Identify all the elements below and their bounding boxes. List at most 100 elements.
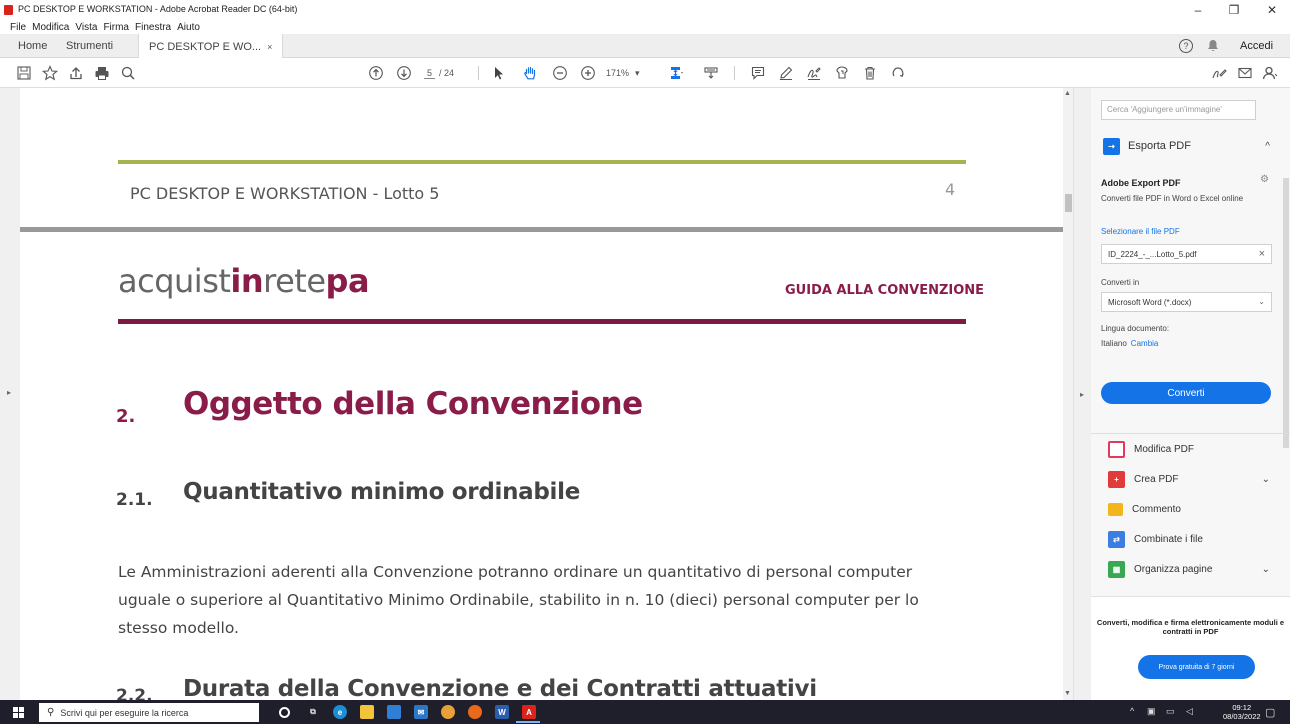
page-indicator: 5 / 24 (424, 65, 466, 81)
tray-chevron-icon[interactable]: ^ (1130, 706, 1134, 716)
store-icon[interactable] (387, 705, 401, 719)
tab-close-icon[interactable]: × (267, 42, 272, 52)
tab-document[interactable]: PC DESKTOP E WO... × (138, 34, 284, 59)
export-settings-icon[interactable]: ⚙ (1260, 174, 1269, 185)
export-pdf-header[interactable]: ⇢ Esporta PDF ^ (1091, 128, 1282, 164)
minimize-button[interactable]: – (1180, 0, 1216, 20)
toolbar-divider (478, 66, 479, 80)
acrobat-taskbar-icon[interactable]: A (522, 705, 536, 719)
tool-modifica-pdf[interactable]: Modifica PDF (1091, 436, 1282, 462)
chevron-down-icon[interactable]: ⌄ (1262, 564, 1270, 575)
read-mode-icon[interactable] (701, 63, 721, 83)
left-navigation-pane[interactable]: ▸ (0, 88, 20, 700)
notifications-bell-icon[interactable] (1207, 39, 1221, 53)
close-window-button[interactable]: ✕ (1254, 0, 1290, 20)
selected-file-field[interactable]: ID_2224_-_...Lotto_5.pdf × (1101, 244, 1272, 264)
delete-icon[interactable] (860, 63, 880, 83)
tool-crea-pdf[interactable]: + Crea PDF ⌄ (1091, 466, 1282, 492)
previous-page-icon[interactable] (366, 63, 386, 83)
volume-icon[interactable]: ◁ (1186, 706, 1193, 717)
signin-link[interactable]: Accedi (1240, 40, 1273, 52)
fit-page-icon[interactable] (667, 63, 687, 83)
chevron-up-icon[interactable]: ^ (1265, 141, 1270, 152)
notification-center-icon[interactable]: ▢ (1265, 706, 1275, 719)
highlight-pen-icon[interactable] (776, 63, 796, 83)
share-upload-icon[interactable] (66, 63, 86, 83)
tool-organizza-pagine[interactable]: ▦ Organizza pagine ⌄ (1091, 556, 1282, 582)
stamp-icon[interactable] (832, 63, 852, 83)
taskbar-clock[interactable]: 09:12 08/03/2022 (1223, 703, 1261, 721)
menu-file[interactable]: File (10, 22, 26, 33)
tools-search-input[interactable]: Cerca 'Aggiungere un'immagine' (1101, 100, 1256, 120)
main-toolbar: 5 / 24 171% ▾ (0, 58, 1290, 88)
chevron-down-icon[interactable]: ⌄ (1262, 474, 1270, 485)
taskbar-search-placeholder: Scrivi qui per eseguire la ricerca (60, 707, 189, 718)
convert-button[interactable]: Converti (1101, 382, 1271, 404)
pdf-page: PC DESKTOP E WORKSTATION - Lotto 5 4 acq… (20, 88, 1063, 700)
scroll-down-icon[interactable]: ▼ (1064, 690, 1071, 697)
user-share-icon[interactable] (1260, 63, 1280, 83)
bookmark-star-icon[interactable] (40, 63, 60, 83)
tray-app-icon[interactable]: ▣ (1147, 706, 1156, 717)
windows-start-icon[interactable] (13, 707, 24, 718)
header-maroon-rule (118, 319, 966, 324)
tool-label: Combinate i file (1134, 533, 1203, 545)
task-view-icon[interactable]: ⧉ (306, 705, 320, 719)
maximize-button[interactable]: ❐ (1216, 0, 1252, 20)
next-page-icon[interactable] (394, 63, 414, 83)
select-cursor-icon[interactable] (488, 63, 508, 83)
zoom-in-icon[interactable] (578, 63, 598, 83)
file-explorer-icon[interactable] (360, 705, 374, 719)
output-format-value: Microsoft Word (*.docx) (1108, 298, 1192, 307)
free-trial-button[interactable]: Prova gratuita di 7 giorni (1138, 655, 1255, 679)
help-icon[interactable]: ? (1179, 39, 1193, 53)
scrollbar-thumb[interactable] (1065, 194, 1072, 212)
document-viewport[interactable]: ▸ PC DESKTOP E WORKSTATION - Lotto 5 4 a… (0, 88, 1073, 700)
document-scrollbar[interactable]: ▲ ▼ (1063, 88, 1073, 700)
menu-vista[interactable]: Vista (75, 22, 97, 33)
chrome-browser-icon[interactable] (441, 705, 455, 719)
tab-home[interactable]: Home (8, 34, 57, 58)
print-icon[interactable] (92, 63, 112, 83)
save-icon[interactable] (14, 63, 34, 83)
edge-browser-icon[interactable]: e (333, 705, 347, 719)
tools-pane: Cerca 'Aggiungere un'immagine' ⇢ Esporta… (1091, 88, 1290, 700)
output-format-select[interactable]: Microsoft Word (*.docx) ⌄ (1101, 292, 1272, 312)
mail-icon[interactable]: ✉ (414, 705, 428, 719)
menu-firma[interactable]: Firma (103, 22, 129, 33)
menu-finestra[interactable]: Finestra (135, 22, 171, 33)
cortana-icon[interactable] (279, 707, 290, 718)
expand-left-pane-icon[interactable]: ▸ (7, 388, 11, 397)
tool-commento[interactable]: Commento (1091, 496, 1282, 522)
zoom-dropdown[interactable]: 171% ▾ (606, 65, 654, 81)
rotate-icon[interactable] (888, 63, 908, 83)
body-paragraph: Le Amministrazioni aderenti alla Convenz… (118, 558, 978, 642)
hand-tool-icon[interactable] (520, 63, 540, 83)
panel-splitter[interactable]: ▸ (1073, 88, 1091, 700)
word-icon[interactable]: W (495, 705, 509, 719)
menu-modifica[interactable]: Modifica (32, 22, 69, 33)
add-comment-icon[interactable] (748, 63, 768, 83)
collapse-right-pane-icon[interactable]: ▸ (1080, 390, 1084, 399)
clock-date: 08/03/2022 (1223, 712, 1261, 721)
search-icon[interactable] (118, 63, 138, 83)
scroll-up-icon[interactable]: ▲ (1064, 90, 1071, 97)
sign-icon[interactable] (804, 63, 824, 83)
zoom-out-icon[interactable] (550, 63, 570, 83)
page-number-input[interactable]: 5 (424, 68, 436, 79)
firefox-browser-icon[interactable] (468, 705, 482, 719)
taskbar-search-field[interactable]: ⚲ Scrivi qui per eseguire la ricerca (39, 703, 259, 722)
change-language-link[interactable]: Cambia (1131, 339, 1159, 348)
tools-pane-scroll-thumb[interactable] (1283, 178, 1289, 448)
tools-pane-scrollbar[interactable] (1282, 128, 1290, 458)
tool-combina-file[interactable]: ⇄ Combinate i file (1091, 526, 1282, 552)
selected-file-name: ID_2224_-_...Lotto_5.pdf (1108, 250, 1197, 259)
select-pdf-link[interactable]: Selezionare il file PDF (1101, 227, 1180, 236)
language-name: Italiano (1101, 339, 1127, 348)
network-icon[interactable]: ▭ (1166, 706, 1175, 717)
clear-file-icon[interactable]: × (1259, 248, 1265, 260)
tab-tools[interactable]: Strumenti (56, 34, 123, 58)
fill-sign-icon[interactable] (1209, 63, 1229, 83)
menu-aiuto[interactable]: Aiuto (177, 22, 200, 33)
email-icon[interactable] (1235, 63, 1255, 83)
